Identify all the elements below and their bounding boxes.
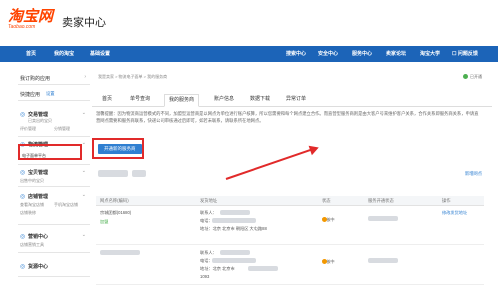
breadcrumb: 我是卖家 > 物流电子面单 > 我的服务商 xyxy=(98,74,168,79)
apply-provider-button[interactable]: 开通新的服务商 xyxy=(98,144,142,154)
sidebar-shortcuts: 快捷应用 设置 xyxy=(18,86,90,101)
blurred-phone xyxy=(212,218,256,223)
blurred-filter xyxy=(132,170,146,177)
goods-icon: ◎ xyxy=(20,170,26,176)
chevron-down-icon: ⌄ xyxy=(81,232,86,238)
sidebar-section-marketing[interactable]: ◎ 营销中心 店铺营销工具 ⌄ xyxy=(18,230,90,253)
shortcut-settings-link[interactable]: 设置 xyxy=(46,91,55,97)
nav-my-taobao[interactable]: 我的淘宝 xyxy=(54,50,74,57)
marketing-icon: ◎ xyxy=(20,234,26,240)
taobao-logo[interactable]: 淘宝网 Taobao.com xyxy=(8,8,54,30)
blurred-filter xyxy=(98,170,128,177)
sidebar: 我订购的应用 › 快捷应用 设置 ◎ 交易管理 已卖出的宝贝 评价管理 分销管理… xyxy=(18,70,90,287)
blurred-address xyxy=(248,266,278,271)
main-content: 我是卖家 > 物流电子面单 > 我的服务商 已开通 首页 单号查询 我的服务商 … xyxy=(92,70,492,287)
tab-bar: 首页 单号查询 我的服务商 账户信息 数据下载 异常订单 xyxy=(92,94,492,107)
chevron-down-icon: ⌄ xyxy=(81,168,86,174)
nav-home[interactable]: 首页 xyxy=(26,50,36,57)
nav-service-center[interactable]: 服务中心 xyxy=(352,50,372,57)
table-row: 联系人： 电话： 地址：北京 北京市 1093 审核中 xyxy=(96,246,484,285)
highlight-box-logistics: 电子面单平台 xyxy=(18,144,82,160)
pending-icon xyxy=(322,217,327,222)
sidebar-section-supply[interactable]: ◎ 货源中心 xyxy=(18,260,90,277)
sidebar-section-trade[interactable]: ◎ 交易管理 已卖出的宝贝 评价管理 分销管理 ⌄ xyxy=(18,106,90,137)
new-site-link[interactable]: 新增网点 xyxy=(465,171,482,177)
tab-account-info[interactable]: 账户信息 xyxy=(214,94,234,105)
table-header: 网点名称(编码) 发货地址 状态 服务开通状态 操作 xyxy=(96,196,484,206)
shop-icon: ◎ xyxy=(20,194,26,200)
tab-home[interactable]: 首页 xyxy=(102,94,112,105)
nav-feedback[interactable]: ☐ 问题反馈 xyxy=(452,50,478,57)
sidebar-item-eorder-platform[interactable]: 电子面单平台 xyxy=(22,153,46,159)
nav-security-center[interactable]: 安全中心 xyxy=(318,50,338,57)
tab-number-query[interactable]: 单号查询 xyxy=(130,94,150,105)
tab-abnormal-orders[interactable]: 异常订单 xyxy=(286,94,306,105)
chevron-down-icon: ⌄ xyxy=(81,110,86,116)
top-nav: 首页 我的淘宝 基础设置 搜索中心 安全中心 服务中心 卖家论坛 淘宝大学 ☐ … xyxy=(0,46,498,62)
table-row: 宗城团都(01680) 加盟 联系人： 电话： 地址：北京 北京市 朝阳区 大屯… xyxy=(96,206,484,245)
blurred-phone xyxy=(212,258,256,263)
nav-university[interactable]: 淘宝大学 xyxy=(420,50,440,57)
open-status: 已开通 xyxy=(463,74,482,80)
nav-search-center[interactable]: 搜索中心 xyxy=(286,50,306,57)
trade-icon: ◎ xyxy=(20,112,26,118)
nav-forum[interactable]: 卖家论坛 xyxy=(386,50,406,57)
nav-settings[interactable]: 基础设置 xyxy=(90,50,110,57)
blurred-service-status xyxy=(368,216,398,221)
tab-my-providers[interactable]: 我的服务商 xyxy=(164,94,200,107)
blurred-contact xyxy=(220,210,250,215)
status-badge: 审核中 xyxy=(322,217,335,222)
blurred-site-name xyxy=(100,250,140,255)
site-tag: 加盟 xyxy=(100,219,109,224)
site-header: 淘宝网 Taobao.com 卖家中心 xyxy=(0,0,498,46)
supply-icon: ◎ xyxy=(20,264,26,270)
sidebar-section-goods[interactable]: ◎ 宝贝管理 出售中的宝贝 ⌄ xyxy=(18,166,90,187)
logo-text: 淘宝网 xyxy=(8,8,54,25)
chevron-down-icon: ⌄ xyxy=(81,192,86,198)
sidebar-section-shop[interactable]: ◎ 店铺管理 查看淘宝店铺 手机淘宝店铺 店铺装修 ⌄ xyxy=(18,190,90,225)
chevron-down-icon: ⌄ xyxy=(81,140,86,146)
chevron-right-icon: › xyxy=(84,74,86,80)
status-check-icon xyxy=(463,74,468,80)
page-title: 卖家中心 xyxy=(62,17,106,29)
blurred-contact xyxy=(220,250,250,255)
sidebar-my-apps[interactable]: 我订购的应用 › xyxy=(18,70,90,85)
site-name: 宗城团都(01680) xyxy=(100,210,132,215)
feedback-icon: ☐ xyxy=(452,51,457,57)
status-badge: 审核中 xyxy=(322,259,335,264)
edit-address-link[interactable]: 修改发货地址 xyxy=(442,210,467,216)
pending-icon xyxy=(322,259,327,264)
tab-data-download[interactable]: 数据下载 xyxy=(250,94,270,105)
notice-text: 温馨提醒：因为物流商运营模式的不同，加盟型运营商是以网点为单位进行账户核算，所以… xyxy=(96,111,479,123)
blurred-service-status xyxy=(368,258,398,263)
